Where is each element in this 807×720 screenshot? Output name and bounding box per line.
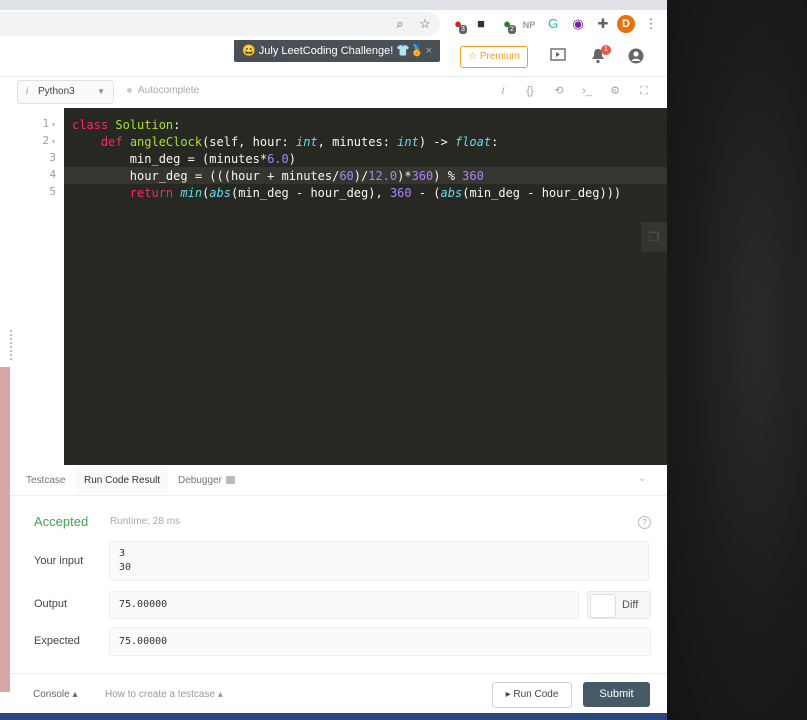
code-line: class Solution: <box>72 118 181 132</box>
copy-icon[interactable]: ❐ <box>641 222 667 252</box>
language-select[interactable]: i Python3 ▼ <box>17 80 114 104</box>
zoom-icon[interactable]: ⌕ <box>392 16 408 32</box>
playground-icon[interactable] <box>549 48 567 66</box>
braces-icon[interactable]: {} <box>522 83 538 99</box>
expected-box: 75.00000 <box>109 627 651 656</box>
code-line: hour_deg = (((hour + minutes/60)/12.0)*3… <box>72 169 484 183</box>
taskbar <box>0 713 667 720</box>
zoom-icon-glyph: ⌕ <box>396 16 404 31</box>
extension-red-icon[interactable]: ● 3 <box>450 16 467 34</box>
expected-label: Expected <box>34 635 80 647</box>
code-line: min_deg = (minutes*6.0) <box>72 152 296 166</box>
extension-purple-icon[interactable]: ◉ <box>570 16 586 32</box>
caret-down-icon: ▼ <box>97 87 105 96</box>
browser-window: ⌕ ☆ ● 3 ■ ● 2 NP G ◉ ✚ D ⋮ 😀 July LeetCoding Chall… <box>0 0 667 720</box>
resize-handle[interactable] <box>10 330 14 360</box>
output-value: 75.00000 <box>119 599 168 610</box>
how-to-testcase-link[interactable]: How to create a testcase ▴ <box>105 689 223 700</box>
line-number: 5 <box>49 185 56 198</box>
line-number: 1 ▾ <box>42 117 56 130</box>
browser-toolbar <box>0 0 667 41</box>
output-label: Output <box>34 598 68 610</box>
extension-dark-icon[interactable]: ■ <box>473 16 489 32</box>
input-box: 3 30 <box>109 541 649 581</box>
fold-icon[interactable]: ▾ <box>51 120 56 129</box>
line-number: 4 <box>49 168 56 181</box>
extension-np-icon[interactable]: NP <box>521 16 537 32</box>
grammarly-icon[interactable]: G <box>545 16 561 32</box>
puzzle-icon-glyph: ✚ <box>597 16 609 31</box>
extension-purple-icon-glyph: ◉ <box>572 16 584 31</box>
console-button[interactable]: Console ▴ <box>33 689 78 700</box>
debugger-label: Debugger <box>178 475 222 486</box>
chevron-down-icon[interactable]: ⌄ <box>638 471 652 487</box>
user-icon[interactable] <box>627 48 645 66</box>
info-icon: i <box>26 86 29 97</box>
fold-icon[interactable]: ▾ <box>51 137 56 146</box>
info-icon[interactable]: i <box>495 83 511 99</box>
desktop-background <box>667 0 807 720</box>
toggle-switch[interactable] <box>590 594 616 618</box>
terminal-icon[interactable]: ›_ <box>579 83 595 99</box>
browser-menu-icon[interactable]: ⋮ <box>643 16 659 32</box>
output-box: 75.00000 <box>109 591 579 619</box>
tab-strip <box>0 0 667 10</box>
lock-icon <box>225 476 235 485</box>
extension-green-icon[interactable]: ● 2 <box>499 16 516 34</box>
tab-run-code-result[interactable]: Run Code Result <box>76 466 169 495</box>
expected-value: 75.00000 <box>119 636 168 647</box>
input-line: 3 <box>119 548 126 559</box>
autocomplete-toggle[interactable]: Autocomplete <box>127 80 199 102</box>
premium-button[interactable]: ☆ Premium <box>460 46 528 68</box>
code-line: return min(abs(min_deg - hour_deg), 360 … <box>129 186 622 200</box>
line-number: 3 <box>49 151 56 164</box>
side-panel-edge <box>0 367 10 692</box>
diff-toggle[interactable]: Diff <box>587 591 651 619</box>
toggle-dot-icon <box>127 87 132 93</box>
profile-avatar[interactable]: D <box>617 15 635 33</box>
autocomplete-label: Autocomplete <box>138 85 200 96</box>
star-icon[interactable]: ☆ <box>417 16 433 32</box>
diff-label: Diff <box>622 599 639 611</box>
extension-dark-icon-glyph: ■ <box>477 16 485 31</box>
runtime-text: Runtime: 28 ms <box>110 516 181 527</box>
tab-debugger[interactable]: Debugger <box>178 466 235 495</box>
grammarly-icon-glyph: G <box>547 16 559 31</box>
settings-icon[interactable]: ⚙ <box>607 83 623 99</box>
fullscreen-icon[interactable]: ⛶ <box>636 83 652 99</box>
extension-np-icon-glyph: NP <box>522 20 536 30</box>
extension-badge: 2 <box>508 25 516 34</box>
notification-badge: 1 <box>601 45 611 55</box>
puzzle-icon[interactable]: ✚ <box>595 16 611 32</box>
language-label: Python3 <box>38 86 75 97</box>
reset-icon[interactable]: ⟲ <box>551 83 567 99</box>
submit-button[interactable]: Submit <box>583 682 650 707</box>
code-line: def angleClock(self, hour: int, minutes:… <box>100 135 499 149</box>
challenge-banner[interactable]: 😀 July LeetCoding Challenge! 👕🏅 × <box>234 40 440 62</box>
address-bar[interactable] <box>0 12 440 36</box>
status-badge: Accepted <box>34 514 89 529</box>
extension-badge: 3 <box>459 25 467 34</box>
tab-testcase[interactable]: Testcase <box>26 466 65 495</box>
line-number: 2 ▾ <box>42 134 56 147</box>
help-icon[interactable]: ? <box>638 516 651 529</box>
input-line: 30 <box>119 562 132 573</box>
run-code-button[interactable]: ▸ Run Code <box>492 682 572 708</box>
banner-text: 😀 July LeetCoding Challenge! 👕🏅 <box>242 45 424 57</box>
close-icon[interactable]: × <box>426 40 432 62</box>
input-label: Your input <box>34 555 84 567</box>
star-icon-glyph: ☆ <box>419 16 431 31</box>
